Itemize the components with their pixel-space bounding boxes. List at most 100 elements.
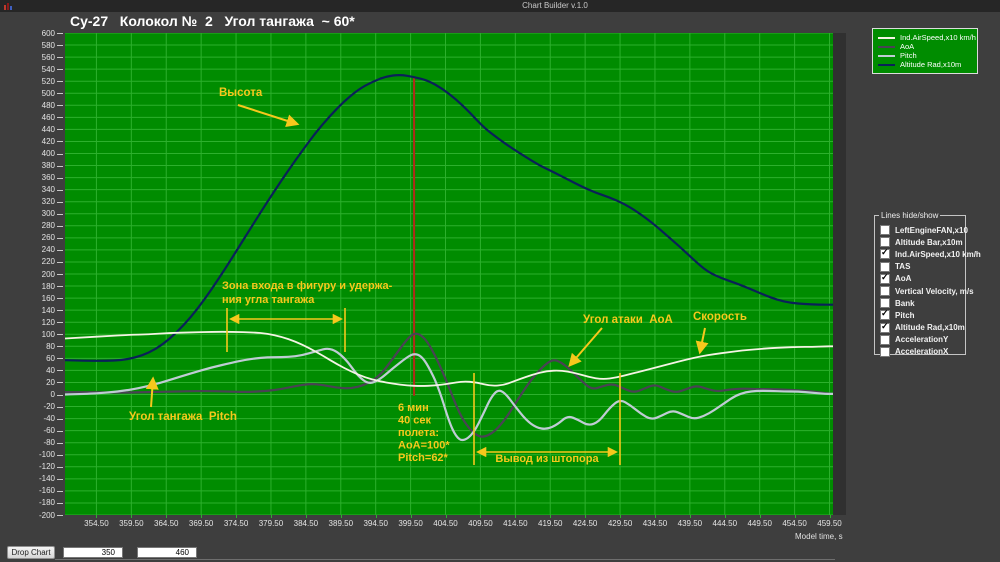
line-toggle-label: Vertical Velocity, m/s xyxy=(895,286,974,296)
y-tick-label: 400 xyxy=(41,149,55,158)
annotation-event-info-text: АоА=100* xyxy=(398,440,450,452)
y-tick-mark xyxy=(57,141,63,143)
y-tick-mark xyxy=(57,322,63,324)
app-icon xyxy=(4,3,12,10)
time-to-input[interactable] xyxy=(137,547,197,558)
y-tick-mark xyxy=(57,105,63,107)
y-tick-mark xyxy=(57,478,63,480)
x-tick-mark xyxy=(131,515,133,518)
y-tick-label: -180 xyxy=(38,498,55,508)
checkbox-unchecked[interactable] xyxy=(880,286,890,297)
annotation-event-info-text: 40 сек xyxy=(398,415,432,427)
y-tick-label: -160 xyxy=(38,486,55,496)
x-tick-mark xyxy=(96,515,98,518)
legend-label: Ind.AirSpeed,x10 km/h xyxy=(900,33,976,42)
checkbox-unchecked[interactable] xyxy=(880,346,890,357)
legend-item: Ind.AirSpeed,x10 km/h xyxy=(878,33,976,42)
x-tick-mark xyxy=(829,515,831,518)
y-tick-mark xyxy=(57,490,63,492)
y-tick-mark xyxy=(57,153,63,155)
y-tick-mark xyxy=(57,189,63,191)
y-tick-mark xyxy=(57,93,63,95)
annotation-skorost-text: Скорость xyxy=(693,311,747,323)
y-tick-label: -20 xyxy=(43,402,55,412)
checkbox-unchecked[interactable] xyxy=(880,237,890,248)
annotation-vyvod-text: Вывод из штопора xyxy=(495,453,599,465)
annotation-event-info-text: полета: xyxy=(398,427,439,439)
y-tick-label: 220 xyxy=(41,257,55,267)
y-tick-label: 340 xyxy=(41,185,55,195)
y-tick-mark xyxy=(57,274,63,275)
y-tick-mark xyxy=(57,286,63,288)
x-tick-mark xyxy=(410,515,412,518)
annotation-ugol-tangazha-text: Угол тангажа Pitch xyxy=(129,411,237,423)
y-tick-label: 360 xyxy=(41,173,55,183)
lines-panel-title: Lines hide/show xyxy=(879,211,941,220)
y-tick-label: 60 xyxy=(46,353,55,363)
y-tick-label: 440 xyxy=(41,124,55,134)
checkbox-unchecked[interactable] xyxy=(880,298,890,309)
x-tick-mark xyxy=(689,515,691,518)
x-tick-mark xyxy=(654,515,656,518)
y-tick-label: -120 xyxy=(38,462,55,472)
chart-plot: Высота Зона входа в фигуру и удержа-ния у… xyxy=(63,32,835,516)
x-tick-mark xyxy=(236,515,238,518)
y-tick-label: 240 xyxy=(41,245,55,255)
y-tick-label: -60 xyxy=(43,426,55,436)
y-tick-mark xyxy=(57,454,63,456)
annotation-event-info-text: Pitch=62* xyxy=(398,452,449,464)
window-title: Chart Builder v.1.0 xyxy=(522,1,588,10)
y-tick-label: 480 xyxy=(41,100,55,110)
y-tick-mark xyxy=(57,165,63,167)
x-axis-title: Model time, s xyxy=(795,532,843,541)
checkbox-checked[interactable]: ✓ xyxy=(880,248,890,260)
legend-item: AoA xyxy=(878,42,974,51)
legend-line-swatch xyxy=(878,45,895,48)
legend-line-swatch xyxy=(878,63,895,66)
y-tick-mark xyxy=(57,33,63,34)
x-tick-mark xyxy=(375,515,377,518)
y-tick-mark xyxy=(57,177,63,179)
line-toggle-row: LeftEngineFAN,x10 xyxy=(880,224,968,236)
checkbox-unchecked[interactable] xyxy=(880,261,890,272)
checkbox-checked[interactable]: ✓ xyxy=(880,309,890,321)
checkbox-checked[interactable]: ✓ xyxy=(880,321,890,333)
y-tick-label: 280 xyxy=(41,221,55,231)
x-tick-mark xyxy=(201,515,203,518)
line-toggle-row: ✓ Pitch xyxy=(880,309,965,321)
y-tick-mark xyxy=(57,117,63,119)
titlebar: Chart Builder v.1.0 xyxy=(0,0,1000,12)
x-tick-mark xyxy=(759,515,761,518)
y-tick-label: 260 xyxy=(41,233,55,243)
legend-line-swatch xyxy=(878,36,895,39)
x-tick-mark xyxy=(305,515,307,518)
y-tick-mark xyxy=(57,394,63,396)
legend-line-swatch xyxy=(878,54,895,57)
annotation-vysota-text: Высота xyxy=(219,87,263,99)
y-tick-mark xyxy=(57,237,63,239)
y-tick-label: 0 xyxy=(50,390,55,399)
checkbox-checked[interactable]: ✓ xyxy=(880,272,890,284)
line-toggle-row: ✓ AoA xyxy=(880,272,965,285)
checkbox-unchecked[interactable] xyxy=(880,334,890,345)
line-toggle-row: Vertical Velocity, m/s xyxy=(880,285,974,297)
checkbox-unchecked[interactable] xyxy=(880,225,890,236)
x-tick-mark xyxy=(166,515,168,518)
time-from-input[interactable] xyxy=(63,547,123,558)
y-tick-mark xyxy=(57,213,63,215)
legend-label: AoA xyxy=(900,42,915,51)
y-tick-label: 120 xyxy=(41,317,55,327)
line-toggle-label: AccelerationX xyxy=(895,347,949,357)
y-tick-mark xyxy=(57,249,63,251)
y-tick-label: -40 xyxy=(43,414,55,424)
x-tick-mark xyxy=(585,515,587,518)
drop-chart-button[interactable]: Drop Chart xyxy=(7,546,55,559)
x-tick-mark xyxy=(445,515,447,518)
legend-item: Altitude Rad,x10m xyxy=(878,60,974,69)
legend-label: Pitch xyxy=(900,51,917,60)
y-tick-mark xyxy=(57,57,63,59)
line-toggle-row: AccelerationY xyxy=(880,334,965,346)
x-tick-mark xyxy=(724,515,726,518)
x-tick-mark xyxy=(515,515,517,518)
x-tick-mark xyxy=(480,515,482,518)
